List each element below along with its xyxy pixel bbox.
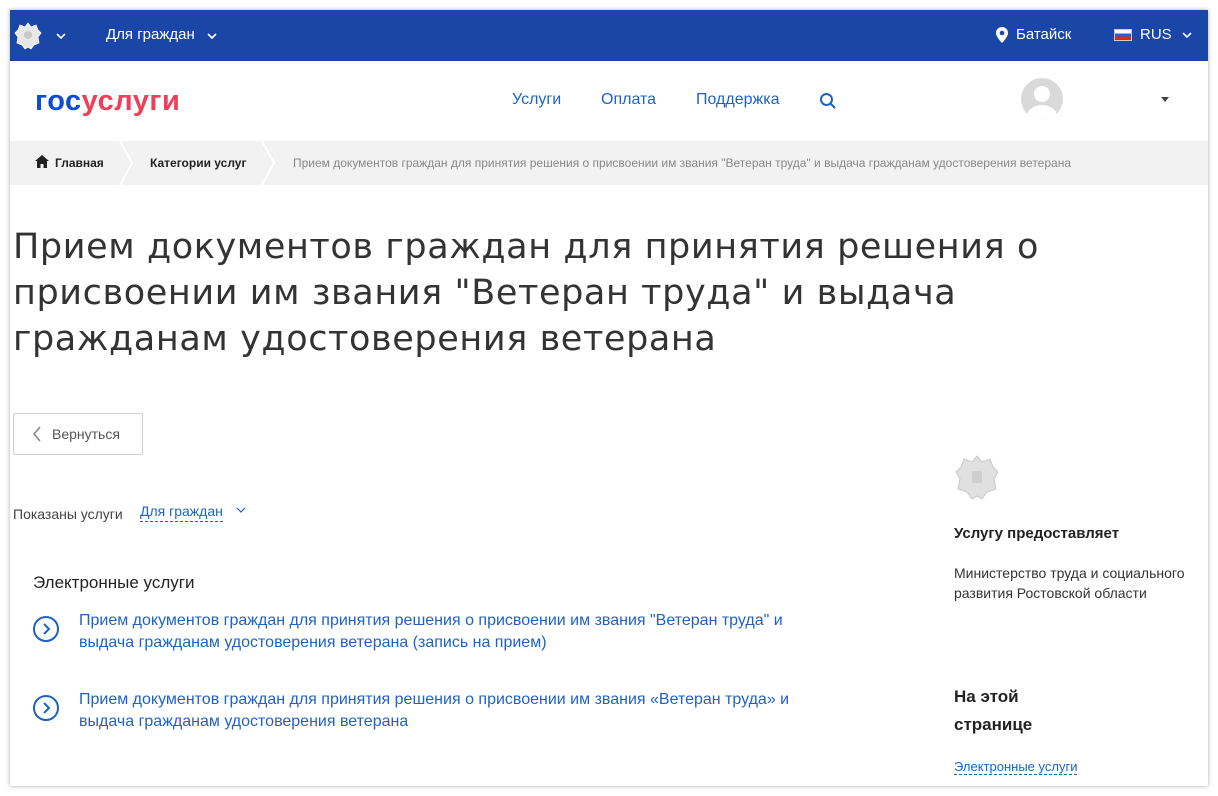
back-button-label: Вернуться (52, 426, 120, 442)
back-button[interactable]: Вернуться (13, 413, 143, 455)
service-link[interactable]: Прием документов граждан для принятия ре… (33, 689, 853, 733)
location-pin-icon (996, 26, 1008, 43)
breadcrumb: Главная Категории услуг Прием документов… (10, 141, 1208, 185)
service-link-text: выдача гражданам удостоверения ветерана (79, 713, 409, 730)
chevron-down-icon[interactable] (235, 505, 247, 515)
avatar[interactable] (1021, 78, 1063, 120)
on-page-heading: На этой странице (954, 683, 1032, 739)
logo-part-uslugi: услуги (81, 85, 181, 117)
nav-payment[interactable]: Оплата (601, 91, 656, 109)
filter-label: Показаны услуги (13, 506, 123, 522)
chevron-down-icon[interactable] (205, 29, 219, 43)
filter-dropdown[interactable]: Для граждан (140, 503, 223, 522)
city-selector[interactable]: Батайск (996, 26, 1071, 43)
breadcrumb-separator (261, 141, 276, 185)
coat-of-arms-icon (955, 455, 999, 500)
nav-support[interactable]: Поддержка (696, 91, 779, 109)
anchor-electronic-services[interactable]: Электронные услуги (954, 759, 1078, 775)
service-link-text: выдача гражданам удостоверения ветерана … (79, 634, 547, 651)
section-title: Электронные услуги (33, 573, 195, 592)
page-title: Прием документов граждан для принятия ре… (13, 224, 1053, 362)
logo-part-gos: гос (35, 85, 82, 117)
service-link[interactable]: Прием документов граждан для принятия ре… (33, 610, 853, 654)
gosuslugi-logo[interactable]: госуслуги (35, 85, 180, 118)
on-page-heading-line: На этой (954, 687, 1019, 706)
services-filter: Показаны услуги Для граждан (13, 503, 246, 522)
breadcrumb-home[interactable]: Главная (55, 156, 104, 170)
page-title-line: Прием документов граждан для принятия ре… (13, 227, 1040, 267)
breadcrumb-separator (119, 141, 134, 185)
page-title-line: присвоении им звания "Ветеран труда" и в… (13, 273, 957, 313)
site-header: госуслуги Услуги Оплата Поддержка (10, 61, 1208, 141)
provider-heading: Услугу предоставляет (954, 525, 1120, 542)
search-icon[interactable] (819, 92, 837, 110)
coat-of-arms-icon[interactable] (14, 21, 42, 51)
top-bar: Для граждан Батайск RUS (10, 10, 1208, 61)
service-link-text: Прием документов граждан для принятия ре… (79, 612, 783, 629)
chevron-down-icon (1182, 31, 1192, 38)
audience-selector[interactable]: Для граждан (106, 26, 195, 43)
home-icon[interactable] (35, 155, 49, 168)
language-selector[interactable]: RUS (1114, 26, 1194, 43)
chevron-down-icon[interactable] (54, 29, 68, 43)
user-menu-caret-icon[interactable] (1161, 97, 1169, 102)
chevron-right-circle-icon (33, 616, 59, 642)
page-title-line: гражданам удостоверения ветерана (13, 319, 717, 359)
breadcrumb-current: Прием документов граждан для принятия ре… (293, 156, 1071, 170)
city-name: Батайск (1016, 26, 1072, 43)
nav-services[interactable]: Услуги (512, 91, 561, 109)
breadcrumb-categories[interactable]: Категории услуг (150, 156, 246, 170)
russian-flag-icon (1114, 28, 1132, 41)
service-link-text: Прием документов граждан для принятия ре… (79, 691, 790, 708)
chevron-left-icon (32, 426, 41, 442)
browser-page: Для граждан Батайск RUS госуслуги Услуги… (10, 10, 1208, 786)
on-page-heading-line: странице (954, 715, 1033, 734)
provider-name: Министерство труда и социального развити… (954, 565, 1185, 601)
chevron-right-circle-icon (33, 695, 59, 721)
language-code: RUS (1140, 26, 1172, 43)
